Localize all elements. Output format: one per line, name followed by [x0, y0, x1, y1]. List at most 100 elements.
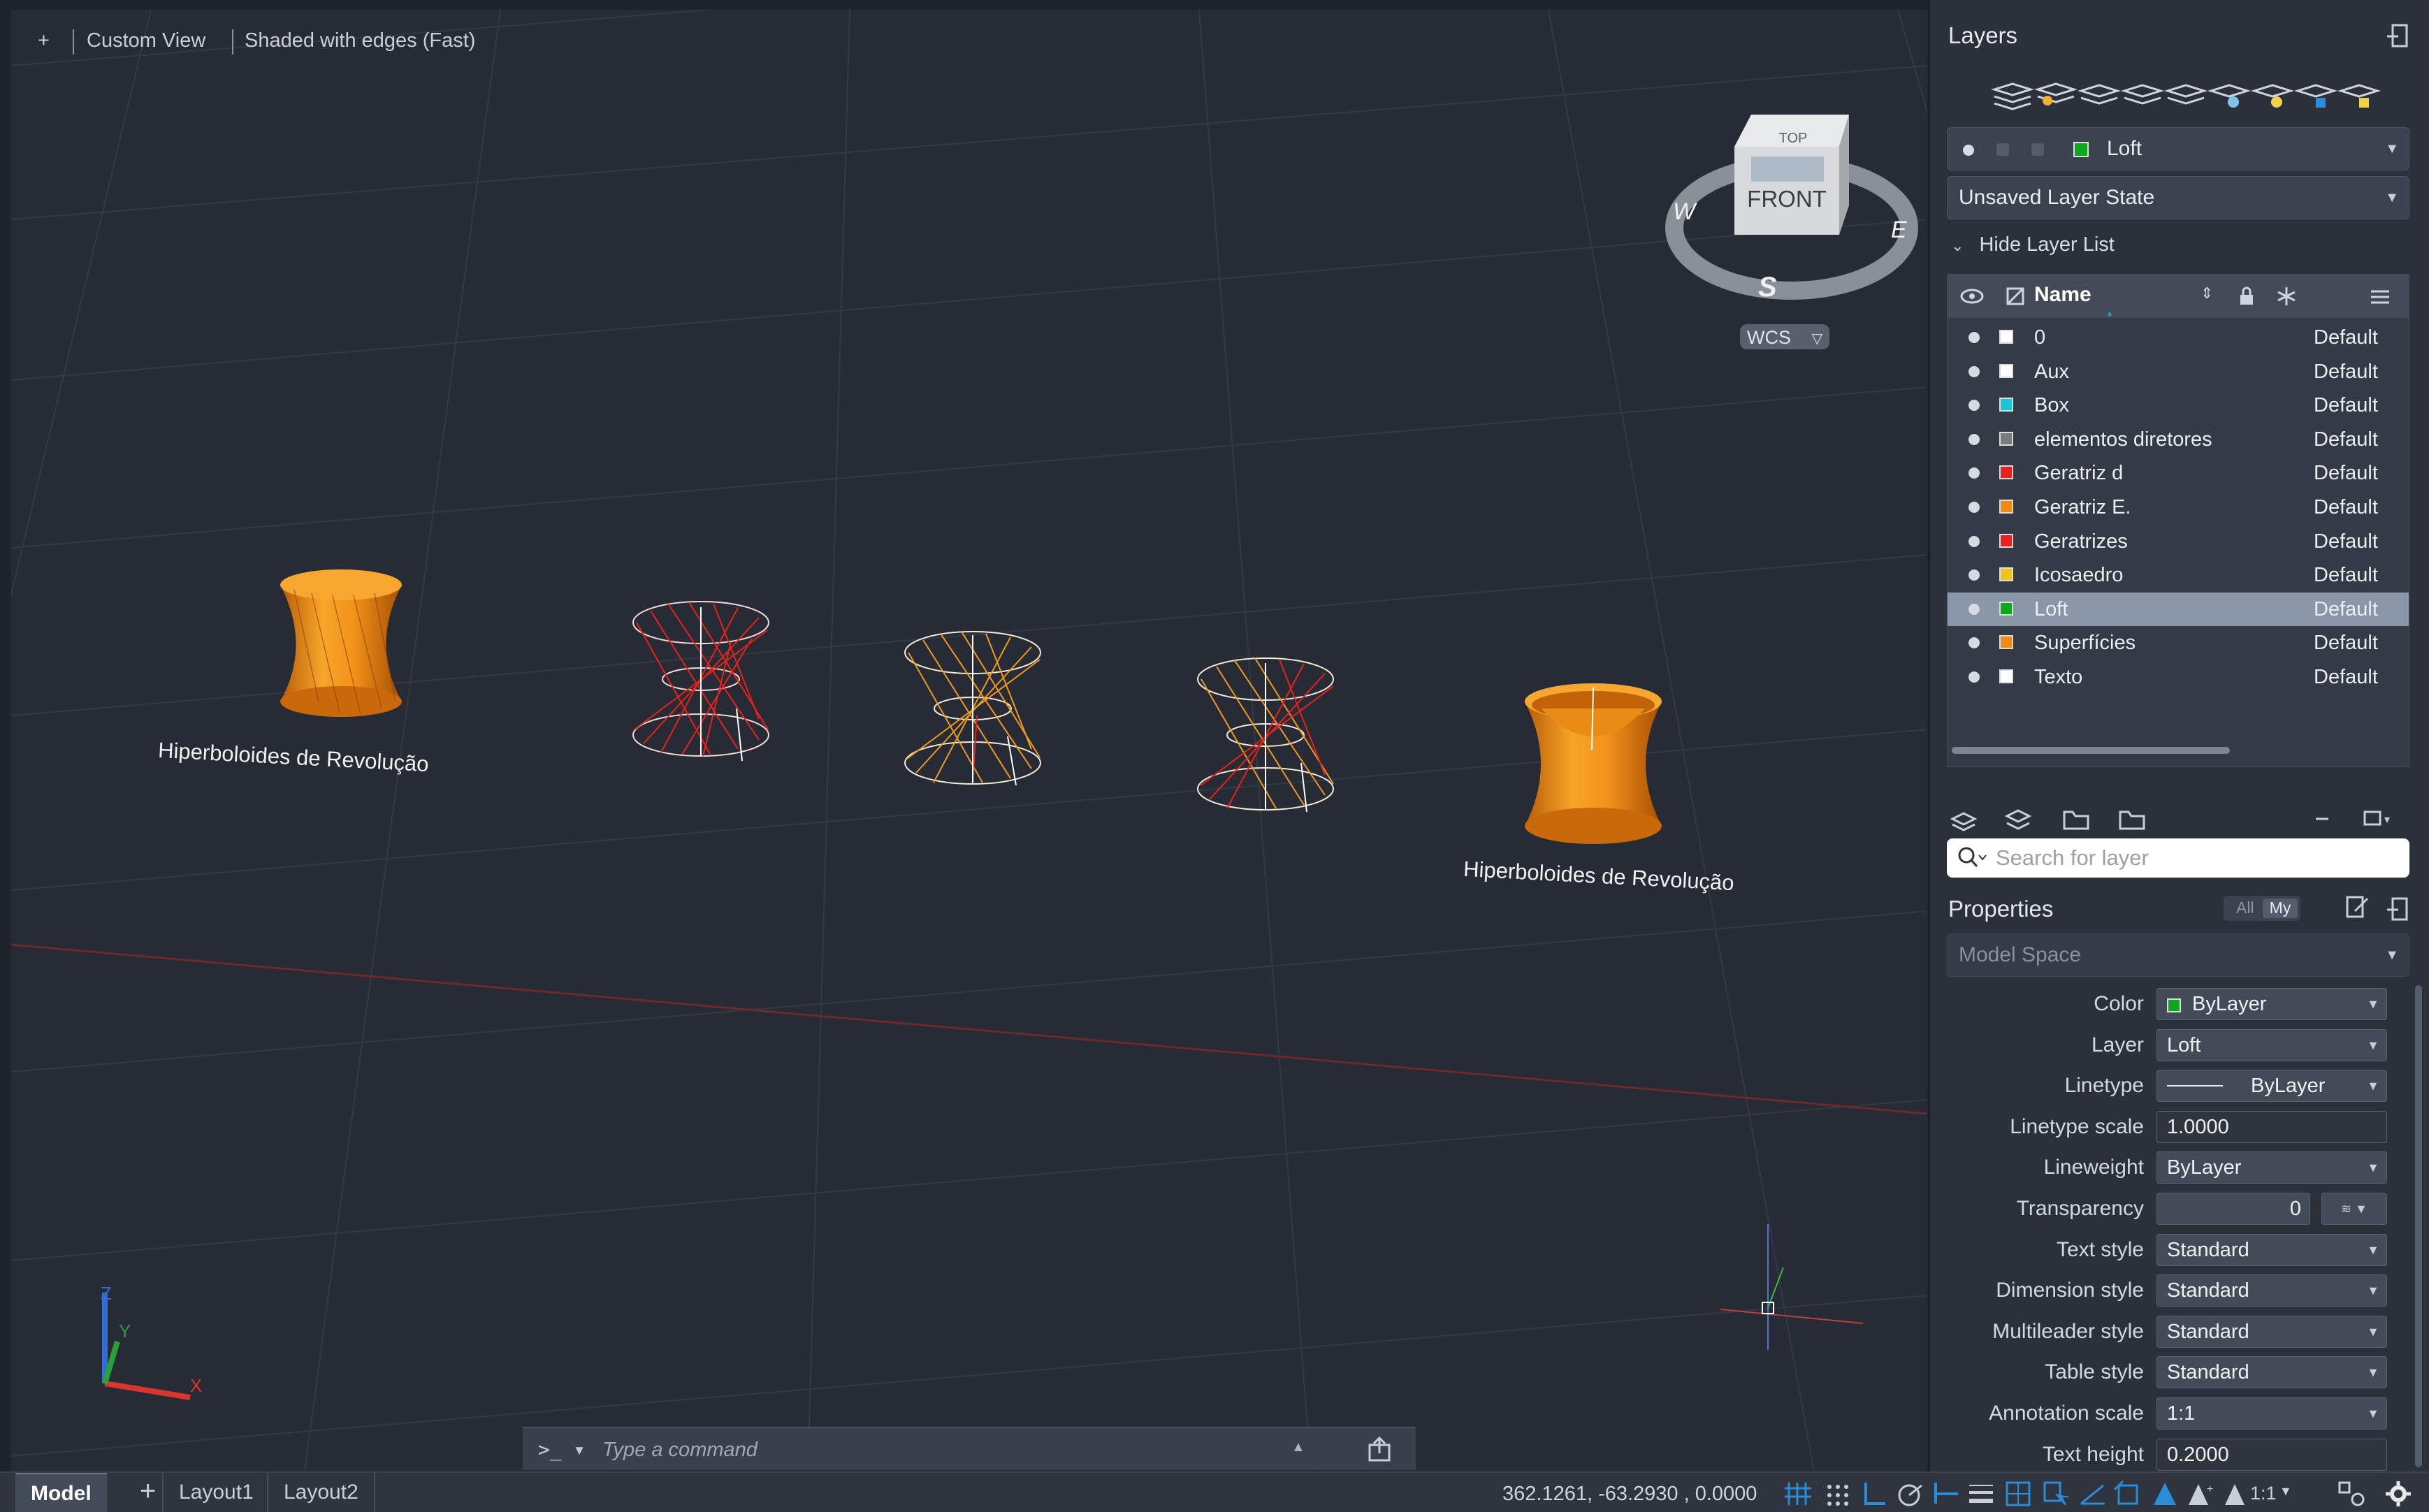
layer-row[interactable]: Icosaedro Default — [1948, 558, 2409, 592]
viewport-menu-button[interactable]: + — [38, 29, 50, 52]
property-value-dropdown[interactable]: Standard ▼ — [2156, 1356, 2387, 1389]
hyperboloid-solid-2[interactable] — [1525, 683, 1662, 844]
property-value-dropdown[interactable]: Standard ▼ — [2156, 1274, 2387, 1307]
compass-s[interactable]: S — [1758, 272, 1777, 303]
transparency-menu-button[interactable]: ≋ ▼ — [2321, 1193, 2387, 1225]
layer-search-input[interactable] — [1996, 843, 2394, 873]
current-layer-dropdown[interactable]: Loft ▼ — [1947, 127, 2409, 170]
property-value-dropdown[interactable]: ByLayer ▼ — [2156, 1151, 2387, 1184]
filter-all-button[interactable]: All — [2236, 899, 2254, 917]
snap-mode-icon[interactable] — [1822, 1480, 1855, 1508]
property-value-input[interactable]: 0.2000 — [2156, 1438, 2387, 1471]
layer-color-swatch[interactable] — [1999, 567, 2013, 582]
layer-on-toggle-icon[interactable] — [1968, 332, 1980, 343]
view-controls[interactable]: Custom View — [87, 29, 205, 52]
viewcube-top[interactable]: TOP — [1779, 131, 1808, 146]
tab-model[interactable]: Model — [15, 1473, 107, 1512]
hyperboloid-solid-1[interactable] — [280, 569, 402, 717]
layer-color-swatch[interactable] — [1999, 533, 2013, 548]
layer-on-toggle-icon[interactable] — [1968, 603, 1980, 615]
layer-on-toggle-icon[interactable] — [1968, 569, 1980, 581]
layer-row[interactable]: elementos diretores Default — [1948, 423, 2409, 456]
layer-on-toggle-icon[interactable] — [1968, 637, 1980, 649]
layer-row[interactable]: Superfícies Default — [1948, 626, 2409, 660]
hide-layer-list-toggle[interactable]: ⌄ Hide Layer List — [1951, 233, 2115, 256]
layer-state-dropdown[interactable]: Unsaved Layer State ▼ — [1947, 176, 2409, 219]
lock-icon[interactable] — [2238, 286, 2255, 307]
annotation-scale-value[interactable]: 1:1 — [2250, 1483, 2277, 1504]
chevron-down-icon[interactable]: ▼ — [2279, 1484, 2292, 1499]
layer-color-swatch[interactable] — [1999, 465, 2013, 480]
color-column-icon[interactable] — [2006, 287, 2024, 305]
vertical-scrollbar[interactable] — [2415, 985, 2422, 1467]
menu-icon[interactable] — [2370, 289, 2391, 305]
auto-scale-icon[interactable]: + — [2186, 1480, 2218, 1508]
command-history-icon[interactable]: ▲ — [1291, 1439, 1305, 1455]
property-value-dropdown[interactable]: ByLayer ▼ — [2156, 1070, 2387, 1103]
share-icon[interactable] — [1365, 1435, 1393, 1463]
viewcube-front[interactable]: FRONT — [1747, 186, 1827, 212]
transparency-icon[interactable] — [2003, 1480, 2035, 1508]
layer-color-swatch[interactable] — [1999, 635, 2013, 650]
layer-color-swatch[interactable] — [1999, 601, 2013, 616]
annotation-visibility-icon[interactable] — [2149, 1480, 2182, 1508]
layer-color-swatch[interactable] — [1999, 363, 2013, 378]
property-value-dropdown[interactable]: ByLayer ▼ — [2156, 988, 2387, 1020]
layer-row[interactable]: 0 Default — [1948, 321, 2409, 354]
isodraft-icon[interactable] — [1930, 1480, 1962, 1508]
sort-toggle-icon[interactable]: ⇕ — [2200, 284, 2213, 303]
dock-panel-icon[interactable] — [2386, 894, 2411, 922]
hyperboloid-wireframe-red[interactable] — [632, 601, 769, 762]
selection-cycling-icon[interactable] — [2040, 1480, 2073, 1508]
compass-w[interactable]: W — [1673, 198, 1697, 225]
property-value-dropdown[interactable]: 1:1 ▼ — [2156, 1397, 2387, 1430]
visual-style-control[interactable]: Shaded with edges (Fast) — [245, 29, 475, 52]
layer-on-toggle-icon[interactable] — [1968, 671, 1980, 683]
lineweight-icon[interactable] — [1965, 1480, 1997, 1508]
layer-row[interactable]: Geratriz d Default — [1948, 456, 2409, 490]
layer-on-toggle-icon[interactable] — [1968, 433, 1980, 445]
layer-row[interactable]: Geratriz E. Default — [1948, 490, 2409, 524]
edit-properties-icon[interactable] — [2345, 894, 2369, 919]
property-value-input[interactable]: 1.0000 — [2156, 1110, 2387, 1143]
tab-layout2[interactable]: Layout2 — [267, 1473, 375, 1512]
layer-tools-icons[interactable] — [1989, 75, 2394, 112]
dock-panel-icon[interactable] — [2386, 21, 2411, 49]
name-column-header[interactable]: Name — [2034, 283, 2091, 307]
layer-on-toggle-icon[interactable] — [1968, 467, 1980, 479]
layer-color-swatch[interactable] — [1999, 431, 2013, 446]
layer-on-toggle-icon[interactable] — [1968, 400, 1980, 412]
layer-row[interactable]: Loft Default — [1948, 592, 2409, 626]
wcs-menu[interactable]: WCS ▽ — [1740, 324, 1829, 349]
layer-color-swatch[interactable] — [1999, 330, 2013, 344]
layer-list-tool-icons[interactable]: ▾ — [1947, 804, 2409, 834]
layer-on-toggle-icon[interactable] — [1968, 502, 1980, 513]
object-snap-icon[interactable] — [2113, 1480, 2145, 1508]
layer-on-toggle-icon[interactable] — [1968, 535, 1980, 547]
layer-color-swatch[interactable] — [1999, 398, 2013, 412]
gear-icon[interactable] — [2383, 1480, 2415, 1508]
layer-row[interactable]: Aux Default — [1948, 355, 2409, 388]
grid-toggle-icon[interactable] — [1783, 1480, 1815, 1508]
layer-row[interactable]: Texto Default — [1948, 660, 2409, 694]
layer-color-swatch[interactable] — [1999, 669, 2013, 683]
object-snap-tracking-icon[interactable] — [2077, 1480, 2109, 1508]
property-value-dropdown[interactable]: Standard ▼ — [2156, 1315, 2387, 1348]
tab-layout1[interactable]: Layout1 — [162, 1473, 269, 1512]
drawing-viewport[interactable]: Z Y X TOP FRONT W E S + Custom View Shad… — [11, 10, 1927, 1471]
layer-on-toggle-icon[interactable] — [1968, 365, 1980, 377]
eye-icon[interactable] — [1960, 287, 1984, 305]
freeze-icon[interactable] — [2276, 286, 2297, 307]
horizontal-scrollbar[interactable] — [1952, 747, 2230, 754]
layer-row[interactable]: Geratrizes Default — [1948, 525, 2409, 558]
layer-row[interactable]: Box Default — [1948, 388, 2409, 422]
layer-color-swatch[interactable] — [1999, 500, 2013, 514]
workspace-switch-icon[interactable] — [2337, 1480, 2369, 1508]
command-prompt-icon[interactable]: >_ ▾ — [538, 1438, 585, 1461]
command-input[interactable] — [602, 1435, 1287, 1464]
polar-tracking-icon[interactable] — [1895, 1480, 1927, 1508]
property-value-slider[interactable]: 0 — [2156, 1193, 2310, 1225]
property-value-dropdown[interactable]: Loft ▼ — [2156, 1028, 2387, 1061]
hyperboloid-wireframe-orange[interactable] — [904, 631, 1041, 786]
property-value-dropdown[interactable]: Standard ▼ — [2156, 1233, 2387, 1266]
